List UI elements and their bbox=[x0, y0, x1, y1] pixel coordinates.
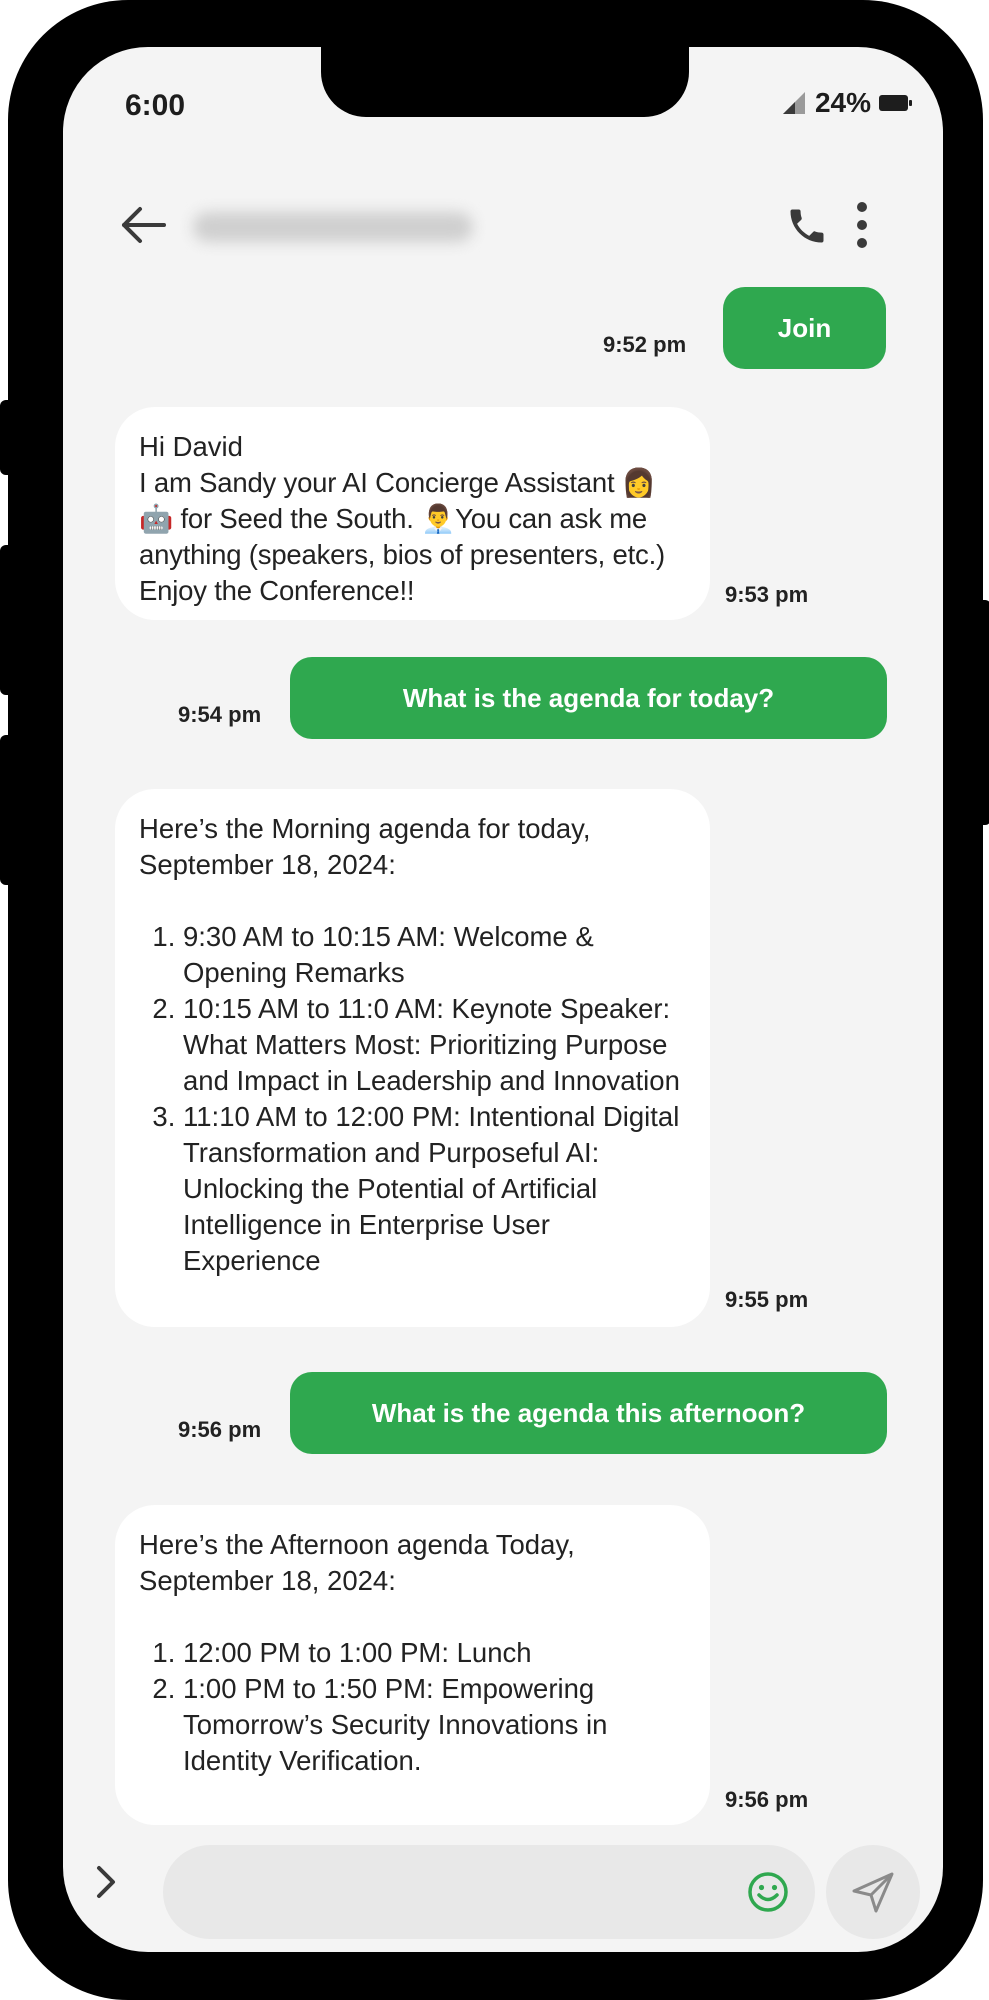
outgoing-message-bubble[interactable]: What is the agenda this afternoon? bbox=[290, 1372, 887, 1454]
emoji-icon[interactable] bbox=[746, 1870, 790, 1914]
battery-percentage: 24% bbox=[814, 87, 871, 118]
phone-frame: 6:00 24% 9:52 pm Join Hi David I am Sand… bbox=[0, 0, 989, 2000]
battery-icon bbox=[879, 95, 912, 111]
incoming-message-bubble[interactable]: Hi David I am Sandy your AI Concierge As… bbox=[115, 407, 710, 620]
status-time: 6:00 bbox=[125, 89, 186, 122]
side-button-action bbox=[0, 400, 16, 475]
message-timestamp: 9:53 pm bbox=[725, 582, 809, 607]
incoming-message-bubble[interactable]: Here’s the Morning agenda for today, Sep… bbox=[115, 789, 710, 1327]
side-button-volume-up bbox=[0, 545, 16, 695]
signal-icon bbox=[782, 92, 805, 114]
status-indicators: 24% bbox=[781, 87, 913, 119]
screen: 6:00 24% 9:52 pm Join Hi David I am Sand… bbox=[63, 47, 943, 1952]
send-button[interactable] bbox=[826, 1845, 920, 1939]
agenda-item: 12:00 PM to 1:00 PM: Lunch bbox=[183, 1635, 686, 1671]
notch bbox=[321, 47, 689, 117]
more-vertical-icon[interactable] bbox=[855, 200, 869, 250]
send-icon bbox=[852, 1872, 894, 1913]
agenda-item: 11:10 AM to 12:00 PM: Intentional Digita… bbox=[183, 1099, 686, 1279]
phone-icon[interactable] bbox=[785, 204, 829, 248]
agenda-item: 1:00 PM to 1:50 PM: Empowering Tomorrow’… bbox=[183, 1671, 686, 1779]
message-timestamp: 9:55 pm bbox=[725, 1287, 809, 1312]
agenda-intro: Here’s the Morning agenda for today, Sep… bbox=[139, 813, 591, 880]
agenda-item: 10:15 AM to 11:0 AM: Keynote Speaker: Wh… bbox=[183, 991, 686, 1099]
conversation-header bbox=[63, 192, 943, 262]
side-button-power bbox=[975, 600, 989, 825]
message-input[interactable] bbox=[163, 1845, 815, 1939]
agenda-item: 9:30 AM to 10:15 AM: Welcome & Opening R… bbox=[183, 919, 686, 991]
message-timestamp: 9:56 pm bbox=[725, 1787, 809, 1812]
message-timestamp: 9:54 pm bbox=[178, 702, 262, 727]
incoming-message-bubble[interactable]: Here’s the Afternoon agenda Today, Septe… bbox=[115, 1505, 710, 1825]
side-button-volume-down bbox=[0, 735, 16, 885]
contact-name bbox=[193, 212, 473, 242]
outgoing-message-bubble[interactable]: What is the agenda for today? bbox=[290, 657, 887, 739]
agenda-intro: Here’s the Afternoon agenda Today, Septe… bbox=[139, 1529, 575, 1596]
message-timestamp: 9:56 pm bbox=[178, 1417, 262, 1442]
outgoing-message-bubble[interactable]: Join bbox=[723, 287, 886, 369]
expand-chevron-icon[interactable] bbox=[91, 1862, 121, 1902]
agenda-list: 9:30 AM to 10:15 AM: Welcome & Opening R… bbox=[139, 919, 686, 1279]
message-timestamp: 9:52 pm bbox=[603, 332, 687, 357]
message-greeting: Hi David bbox=[139, 431, 243, 462]
message-body: I am Sandy your AI Concierge Assistant 👩… bbox=[139, 467, 665, 606]
agenda-list: 12:00 PM to 1:00 PM: Lunch 1:00 PM to 1:… bbox=[139, 1635, 686, 1779]
back-arrow-icon[interactable] bbox=[118, 200, 168, 250]
message-composer bbox=[63, 1822, 943, 1939]
